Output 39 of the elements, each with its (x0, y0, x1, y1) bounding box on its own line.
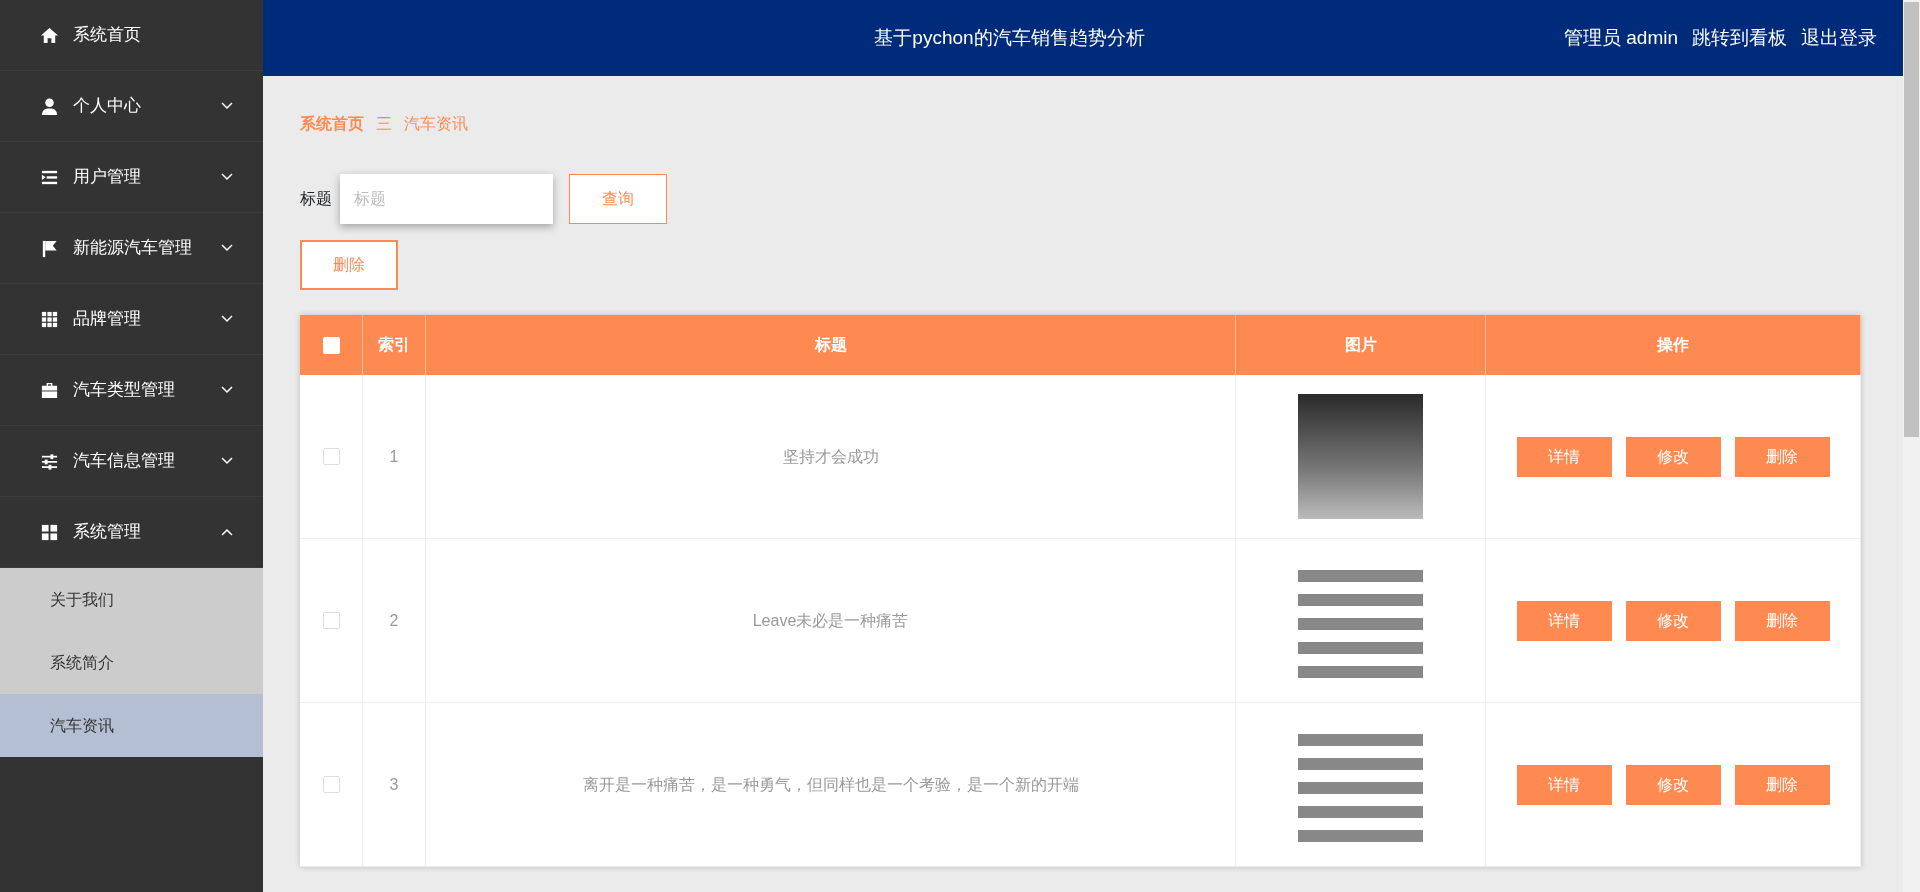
search-label: 标题 (300, 189, 332, 209)
table-cell: 3 (363, 703, 426, 867)
sidebar-item[interactable]: 品牌管理 (0, 284, 263, 355)
breadcrumb-current: 汽车资讯 (404, 114, 468, 134)
user-label: 管理员 admin (1563, 25, 1678, 50)
sidebar-item[interactable]: 汽车信息管理 (0, 426, 263, 497)
breadcrumb-separator: 三 (376, 114, 392, 134)
home-icon (40, 25, 59, 45)
table-cell: 离开是一种痛苦，是一种勇气，但同样也是一个考验，是一个新的开端 (426, 703, 1236, 867)
app-title: 基于pychon的汽车销售趋势分析 (873, 25, 1146, 50)
submenu-item[interactable]: 汽车资讯 (0, 694, 263, 757)
search-field[interactable]: 标题 (340, 174, 553, 224)
checkbox[interactable] (322, 448, 340, 465)
submenu-item[interactable]: 关于我们 (0, 568, 263, 631)
column-header: 标题 (426, 315, 1236, 375)
column-header: 操作 (1486, 315, 1861, 375)
header-link[interactable]: 退出登录 (1801, 23, 1877, 53)
table-cell: Leave未必是一种痛苦 (426, 539, 1236, 703)
sidebar-item[interactable]: 新能源汽车管理 (0, 213, 263, 284)
grid-icon (40, 309, 59, 329)
briefcase-icon (40, 380, 59, 400)
table-cell: 1 (363, 375, 426, 539)
flag-icon (40, 238, 59, 258)
checkbox[interactable] (322, 336, 340, 354)
checkbox[interactable] (322, 612, 340, 629)
table-cell: 坚持才会成功 (426, 375, 1236, 539)
scrollbar-thumb[interactable] (1904, 2, 1919, 437)
sliders-icon (40, 451, 59, 471)
submenu-item[interactable]: 系统简介 (0, 631, 263, 694)
column-header: 索引 (363, 315, 426, 375)
user-icon (40, 96, 59, 116)
four-squares-icon (40, 522, 59, 542)
sidebar-item[interactable]: 用户管理 (0, 142, 263, 213)
sidebar-item[interactable]: 个人中心 (0, 71, 263, 142)
table-cell: 2 (363, 539, 426, 703)
header-link[interactable]: 跳转到看板 (1692, 23, 1787, 53)
sidebar-item[interactable]: 汽车类型管理 (0, 355, 263, 426)
checkbox[interactable] (322, 776, 340, 793)
column-header: 图片 (1236, 315, 1486, 375)
